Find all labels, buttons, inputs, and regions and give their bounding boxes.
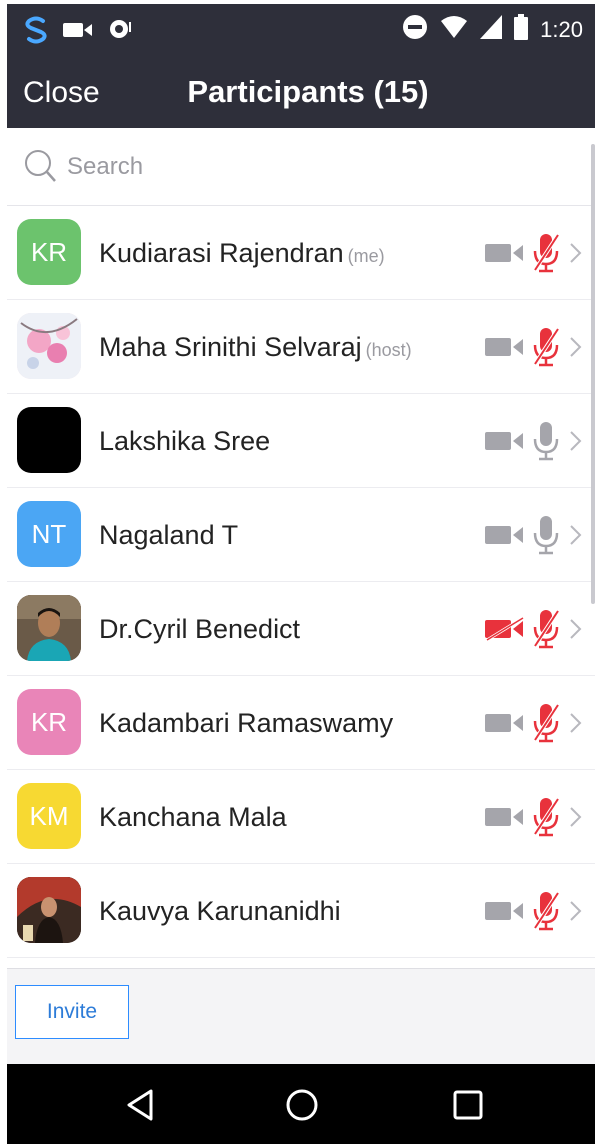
participant-role-tag: (me) [347, 246, 385, 266]
chevron-right-icon[interactable] [569, 524, 583, 551]
avatar [17, 313, 81, 379]
participant-row[interactable]: Kauvya Karunanidhi [7, 864, 595, 958]
mic-icon [531, 514, 561, 561]
participant-name-text: Kadambari Ramaswamy [99, 708, 394, 738]
chevron-right-icon[interactable] [569, 618, 583, 645]
participant-name-text: Kanchana Mala [99, 802, 287, 832]
mic-muted-icon [531, 326, 561, 373]
participant-row[interactable]: KR Kudiarasi Rajendran (me) [7, 206, 595, 300]
chevron-right-icon[interactable] [569, 336, 583, 363]
android-nav-bar [7, 1064, 595, 1144]
participant-role-tag: (host) [365, 340, 412, 360]
chevron-right-icon[interactable] [569, 712, 583, 739]
participant-row[interactable]: KR Kadambari Ramaswamy [7, 676, 595, 770]
mic-icon [531, 420, 561, 467]
participant-name-text: Maha Srinithi Selvaraj [99, 332, 362, 362]
app-notification-icon [23, 16, 49, 49]
mic-muted-icon [531, 608, 561, 655]
avatar [17, 407, 81, 473]
status-right-icons: 1:20 [402, 14, 583, 45]
participant-row[interactable]: KM Kanchana Mala [7, 770, 595, 864]
home-icon[interactable] [285, 1088, 319, 1127]
video-off-icon [485, 616, 527, 647]
invite-button[interactable]: Invite [15, 985, 129, 1039]
video-icon [485, 428, 527, 459]
participant-name: Kadambari Ramaswamy [99, 708, 393, 739]
video-icon [485, 240, 527, 271]
chevron-right-icon[interactable] [569, 430, 583, 457]
mic-muted-icon [531, 232, 561, 279]
avatar: KR [17, 219, 81, 285]
mic-muted-icon [531, 796, 561, 843]
video-notification-icon [63, 20, 93, 45]
participant-name: Lakshika Sree [99, 426, 270, 457]
bottom-panel: Invite [7, 968, 595, 1064]
back-icon[interactable] [125, 1088, 155, 1127]
chevron-right-icon[interactable] [569, 242, 583, 269]
status-left-icons [23, 16, 133, 49]
participant-name-text: Dr.Cyril Benedict [99, 614, 301, 644]
participant-name: Maha Srinithi Selvaraj (host) [99, 332, 412, 363]
chevron-right-icon[interactable] [569, 900, 583, 927]
do-not-disturb-icon [402, 14, 428, 45]
avatar: NT [17, 501, 81, 567]
participant-name-text: Nagaland T [99, 520, 239, 550]
search-bar [7, 128, 595, 206]
page-title: Participants (15) [187, 74, 429, 109]
top-bar: 1:20 Close Participants (15) [7, 4, 595, 128]
recent-apps-icon[interactable] [453, 1090, 483, 1125]
video-icon [485, 898, 527, 929]
participant-row[interactable]: Dr.Cyril Benedict [7, 582, 595, 676]
participant-list: KR Kudiarasi Rajendran (me) Maha Srinithi S… [7, 206, 595, 968]
participant-name: Nagaland T [99, 520, 238, 551]
participant-name-text: Kudiarasi Rajendran [99, 238, 344, 268]
avatar [17, 877, 81, 943]
scrollbar[interactable] [591, 144, 595, 604]
status-bar: 1:20 [7, 4, 595, 56]
participant-row[interactable]: Maha Srinithi Selvaraj (host) [7, 300, 595, 394]
participant-name-text: Kauvya Karunanidhi [99, 896, 341, 926]
mic-muted-icon [531, 890, 561, 937]
avatar: KM [17, 783, 81, 849]
cell-signal-icon [480, 15, 503, 44]
participants-screen: 1:20 Close Participants (15) KR Kudiarasi… [7, 4, 595, 1144]
participant-name: Dr.Cyril Benedict [99, 614, 300, 645]
video-icon [485, 710, 527, 741]
video-icon [485, 804, 527, 835]
chevron-right-icon[interactable] [569, 806, 583, 833]
status-time: 1:20 [540, 16, 583, 42]
avatar [17, 595, 81, 661]
search-icon [23, 148, 59, 191]
video-icon [485, 522, 527, 553]
chat-notification-icon [107, 18, 133, 47]
participant-row[interactable]: NT Nagaland T [7, 488, 595, 582]
battery-icon [514, 14, 529, 45]
participant-row[interactable]: Lakshika Sree [7, 394, 595, 488]
avatar: KR [17, 689, 81, 755]
participant-name: Kauvya Karunanidhi [99, 896, 341, 927]
participant-name-text: Lakshika Sree [99, 426, 271, 456]
video-icon [485, 334, 527, 365]
wifi-icon [440, 15, 468, 44]
mic-muted-icon [531, 702, 561, 749]
participant-name: Kanchana Mala [99, 802, 287, 833]
search-input[interactable] [67, 150, 547, 184]
header: Close Participants (15) [7, 56, 595, 128]
participant-name: Kudiarasi Rajendran (me) [99, 238, 385, 269]
